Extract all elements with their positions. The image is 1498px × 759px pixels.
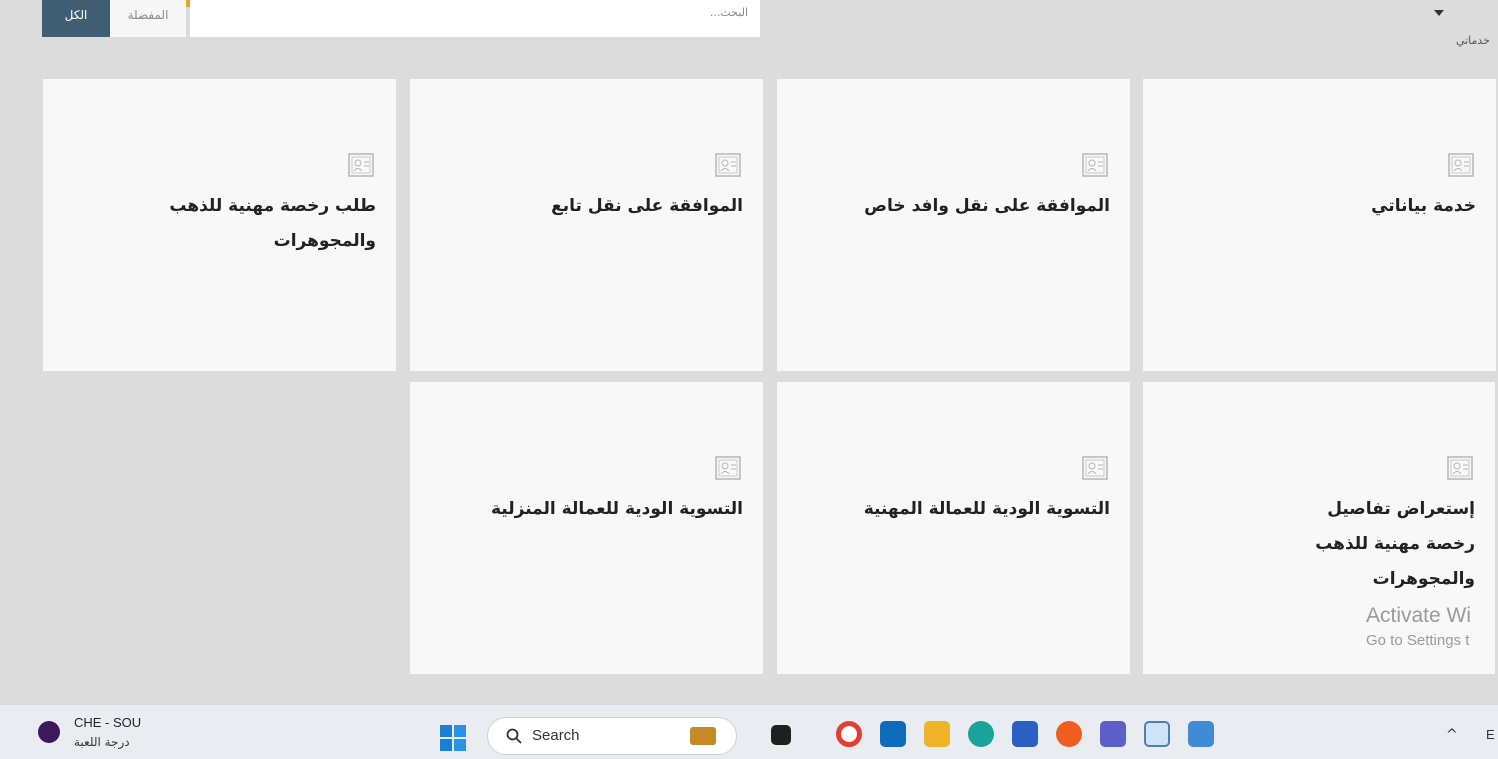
id-card-icon [1082, 456, 1108, 480]
notepad-icon[interactable] [1144, 721, 1170, 747]
id-card-icon [348, 153, 374, 177]
service-card-title: الموافقة على نقل تابع [551, 196, 743, 216]
service-card[interactable]: التسوية الودية للعمالة المهنية [777, 382, 1130, 674]
briefcase-icon [690, 727, 716, 745]
watermark-line-2: Go to Settings t [1366, 632, 1470, 649]
firefox-icon[interactable] [1056, 721, 1082, 747]
service-card[interactable]: التسوية الودية للعمالة المنزلية [410, 382, 763, 674]
search-icon [506, 728, 522, 744]
activation-watermark: Activate Wi Go to Settings t [1366, 604, 1471, 649]
filter-all-button[interactable]: الكل [42, 0, 110, 37]
taskbar: CHE - SOU درجة اللعبة Search ^ E [0, 704, 1498, 759]
file-explorer-icon[interactable] [924, 721, 950, 747]
id-card-icon [1447, 456, 1473, 480]
team-logo-icon [38, 721, 60, 743]
windows-start-icon[interactable] [440, 725, 466, 751]
search-input[interactable]: البحث... [190, 0, 760, 37]
id-card-icon [715, 456, 741, 480]
filter-favorites-button[interactable]: المفضلة [110, 0, 186, 37]
widget-score-label: CHE - SOU [74, 715, 142, 730]
service-card-title: التسوية الودية للعمالة المهنية [863, 499, 1110, 519]
service-card[interactable]: طلب رخصة مهنية للذهب والمجوهرات [43, 79, 396, 371]
taskbar-search-label: Search [532, 727, 580, 744]
edge-icon[interactable] [968, 721, 994, 747]
service-card-title: التسوية الودية للعمالة المنزلية [491, 499, 743, 519]
caret-down-icon[interactable] [1434, 10, 1444, 16]
widget-subtitle: درجة اللعبة [74, 735, 130, 749]
service-card-title: خدمة بياناتي [1371, 196, 1476, 216]
id-card-icon [715, 153, 741, 177]
service-card[interactable]: الموافقة على نقل وافد خاص [777, 79, 1130, 371]
store-icon[interactable] [1012, 721, 1038, 747]
service-card[interactable]: خدمة بياناتي [1143, 79, 1496, 371]
language-indicator[interactable]: E [1486, 727, 1495, 742]
watermark-line-1: Activate Wi [1366, 604, 1472, 627]
service-card-title: طلب رخصة مهنية للذهب والمجوهرات [169, 196, 376, 251]
chrome-icon[interactable] [836, 721, 862, 747]
teams-icon[interactable] [1100, 721, 1126, 747]
photos-icon[interactable] [1188, 721, 1214, 747]
id-card-icon [1448, 153, 1474, 177]
id-card-icon [1082, 153, 1108, 177]
service-card[interactable]: الموافقة على نقل تابع [410, 79, 763, 371]
task-view-icon[interactable] [771, 725, 791, 745]
service-card-title: الموافقة على نقل وافد خاص [864, 196, 1110, 216]
top-bar: الكل المفضلة البحث... خدماتي [0, 0, 1498, 70]
chevron-up-icon[interactable]: ^ [1446, 727, 1458, 743]
taskbar-search[interactable]: Search [487, 717, 737, 755]
service-card-title: إستعراض تفاصيل رخصة مهنية للذهب والمجوهر… [1315, 499, 1475, 589]
outlook-icon[interactable] [880, 721, 906, 747]
my-services-label: خدماتي [1455, 34, 1490, 47]
